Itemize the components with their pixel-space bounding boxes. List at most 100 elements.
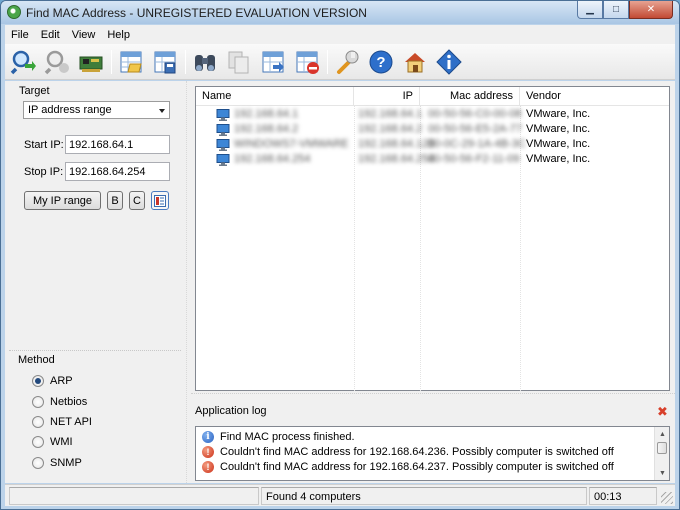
row-vendor: VMware, Inc. [526,153,591,165]
error-icon: ! [202,460,214,473]
target-panel: Target IP address range Start IP: 192.16… [5,81,185,483]
toolbar-separator [327,50,328,74]
method-divider [9,350,181,351]
radio-arp[interactable] [32,375,44,387]
menu-help[interactable]: Help [101,29,136,41]
log-entry-text: Couldn't find MAC address for 192.168.64… [220,460,614,473]
arrow-down-icon: ▼ [659,469,666,477]
radio-net-api[interactable] [32,416,44,428]
computer-icon [216,109,230,121]
radio-snmp[interactable] [32,457,44,469]
resize-grip[interactable] [661,492,673,504]
table-row[interactable]: 192.168.64.1 192.168.64.1 00-50-56-C0-00… [196,108,669,123]
method-option-arp[interactable]: ARP [32,375,73,387]
method-option-netbios[interactable]: Netbios [32,396,87,408]
app-icon [7,5,21,19]
about-button[interactable] [435,48,463,76]
window-title: Find MAC Address - UNREGISTERED EVALUATI… [26,6,367,20]
start-ip-label: Start IP: [24,139,64,151]
row-name: WINDOWS7-VMWARE [234,138,349,150]
row-mac: 00-0C-29-1A-4B-3C [428,138,526,150]
start-search-button[interactable] [9,48,37,76]
table-row[interactable]: 192.168.64.254 192.168.64.254 00-50-56-F… [196,153,669,168]
toolbar: ? [5,44,675,80]
method-label: Method [18,354,55,366]
results-header: Name IP Mac address Vendor [196,87,669,106]
minimize-icon: ▁ [586,4,594,15]
status-panel-empty [9,487,259,505]
table-row[interactable]: 192.168.64.2 192.168.64.2 00-50-56-E5-2A… [196,123,669,138]
arrow-up-icon: ▲ [659,430,666,438]
method-option-label: NET API [50,416,92,428]
scroll-down-button[interactable]: ▼ [655,466,669,480]
log-entry-text: Find MAC process finished. [220,430,355,443]
export-button[interactable] [259,48,287,76]
radio-wmi[interactable] [32,436,44,448]
network-card-icon [79,56,103,72]
row-ip: 192.168.64.254 [358,153,435,165]
column-vendor[interactable]: Vendor [520,87,668,106]
log-entry: ! Couldn't find MAC address for 192.168.… [202,444,614,459]
close-button[interactable]: ✕ [629,1,673,19]
info-icon: i [202,430,214,443]
row-mac: 00-50-56-E5-2A-77 [428,123,523,135]
close-log-button[interactable]: ✖ [657,404,668,420]
menu-view[interactable]: View [66,29,102,41]
computer-icon [216,139,230,151]
status-message: Found 4 computers [261,487,587,505]
minimize-button[interactable]: ▁ [577,1,603,19]
target-mode-select[interactable]: IP address range [23,101,170,119]
table-row[interactable]: WINDOWS7-VMWARE 192.168.64.128 00-0C-29-… [196,138,669,153]
scroll-up-button[interactable]: ▲ [655,427,669,441]
vertical-splitter[interactable] [186,81,191,483]
start-ip-input[interactable]: 192.168.64.1 [65,135,170,154]
magnifier-go-icon [10,50,36,75]
method-option-net-api[interactable]: NET API [32,416,92,428]
application-log[interactable]: i Find MAC process finished. ! Couldn't … [195,426,670,481]
computer-icon [216,124,230,136]
method-option-label: WMI [50,436,73,448]
method-option-snmp[interactable]: SNMP [32,457,82,469]
menu-file[interactable]: File [5,29,35,41]
target-mode-value: IP address range [28,104,112,116]
column-ip[interactable]: IP [354,87,420,106]
class-b-button[interactable]: B [107,191,123,210]
error-icon: ! [202,445,214,458]
binoculars-icon [195,55,215,71]
method-option-wmi[interactable]: WMI [32,436,73,448]
window-controls: ▁ □ ✕ [577,1,673,19]
stop-search-button[interactable] [43,48,71,76]
row-name: 192.168.64.254 [234,153,311,165]
log-scrollbar[interactable]: ▲ ▼ [654,427,669,480]
row-vendor: VMware, Inc. [526,108,591,120]
homepage-button[interactable] [401,48,429,76]
column-mac[interactable]: Mac address [420,87,520,106]
copy-button[interactable] [225,48,253,76]
clear-list-button[interactable] [293,48,321,76]
help-button[interactable]: ? [367,48,395,76]
main-window: Find MAC Address - UNREGISTERED EVALUATI… [0,0,680,510]
home-icon [405,53,425,73]
row-vendor: VMware, Inc. [526,138,591,150]
export-table-icon [262,51,284,73]
class-c-button[interactable]: C [129,191,145,210]
status-bar: Found 4 computers 00:13 [5,484,675,506]
horizontal-splitter[interactable] [191,393,675,398]
title-bar[interactable]: Find MAC Address - UNREGISTERED EVALUATI… [1,1,679,24]
my-ip-range-button[interactable]: My IP range [24,191,101,210]
save-list-button[interactable] [151,48,179,76]
row-ip: 192.168.64.128 [358,138,435,150]
log-entry: i Find MAC process finished. [202,429,355,444]
scroll-thumb[interactable] [657,442,667,454]
open-list-button[interactable] [117,48,145,76]
results-list[interactable]: Name IP Mac address Vendor 192.168.64.1 … [195,86,670,391]
radio-netbios[interactable] [32,396,44,408]
stop-ip-input[interactable]: 192.168.64.254 [65,162,170,181]
maximize-button[interactable]: □ [603,1,629,19]
find-button[interactable] [191,48,219,76]
range-list-button[interactable] [151,191,169,210]
network-adapter-button[interactable] [77,48,105,76]
menu-edit[interactable]: Edit [35,29,66,41]
column-name[interactable]: Name [196,87,354,106]
options-button[interactable] [333,48,361,76]
